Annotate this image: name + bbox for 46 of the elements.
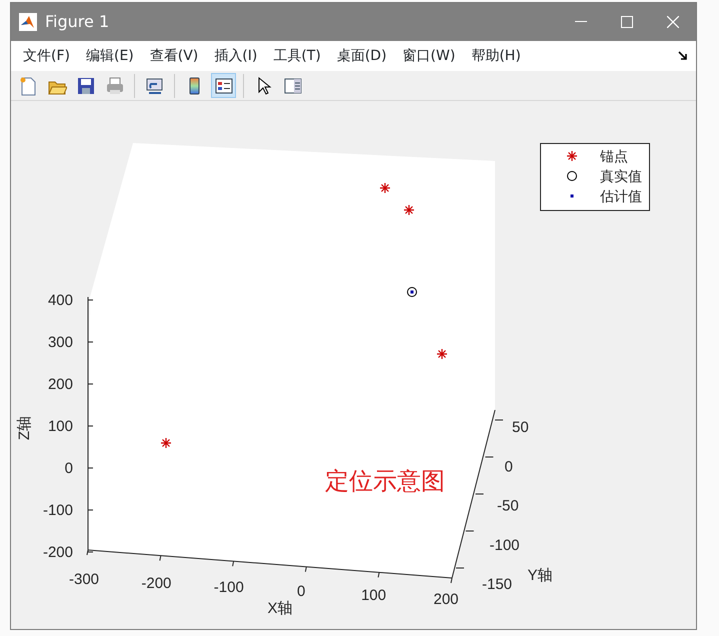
tick-label: 0 (297, 583, 306, 600)
maximize-icon[interactable] (621, 16, 633, 28)
tick-label: -200 (42, 544, 73, 561)
legend-label: 估计值 (600, 189, 642, 205)
dock-arrow-icon[interactable] (678, 51, 688, 61)
true-position-marker (407, 287, 417, 297)
tick-label: 100 (361, 587, 386, 604)
axis-label: Z轴 (16, 416, 33, 440)
menu-item[interactable]: 插入(I) (206, 41, 266, 71)
estimate-marker (410, 290, 414, 294)
menu-item[interactable]: 帮助(H) (463, 41, 529, 71)
tick-label: -200 (141, 575, 172, 592)
menu-item[interactable]: 编辑(E) (78, 41, 142, 71)
axis-label: Y轴 (528, 567, 552, 584)
tick-label: -50 (497, 498, 519, 514)
menu-item[interactable]: 查看(V) (142, 41, 206, 71)
menu-item[interactable]: 窗口(W) (394, 41, 464, 71)
anchor-marker (160, 437, 172, 449)
tick-label: 200 (48, 376, 73, 393)
tick-label: -150 (482, 576, 512, 593)
tick-label: 0 (504, 458, 513, 476)
menu-item[interactable]: 文件(F) (15, 41, 78, 71)
legend-label: 真实值 (600, 169, 642, 185)
close-icon[interactable] (667, 16, 679, 28)
tick-label: -100 (214, 579, 244, 596)
minimize-icon[interactable] (575, 21, 587, 23)
menu-item[interactable]: 桌面(D) (328, 41, 395, 71)
anchor-marker (379, 182, 391, 194)
tick-label: 50 (512, 419, 529, 436)
anchor-marker (436, 348, 448, 360)
menu-item[interactable]: 工具(T) (265, 41, 329, 71)
tick-label: 100 (48, 418, 73, 435)
tick-label: 300 (48, 334, 73, 351)
tick-label: 400 (48, 292, 73, 309)
window-title: Figure 1 (45, 11, 110, 33)
tick-label: -100 (490, 536, 520, 554)
tick-label: 200 (433, 591, 459, 608)
tick-label: -100 (42, 502, 73, 519)
axis-label: X轴 (268, 600, 292, 617)
tick-label: 0 (64, 460, 73, 477)
plot-annotation: 定位示意图 (325, 467, 445, 495)
legend-icon[interactable] (211, 73, 236, 98)
anchor-marker (403, 204, 415, 216)
legend-label: 锚点 (600, 149, 628, 165)
app-logo-icon (19, 13, 37, 31)
tick-label: -300 (68, 571, 100, 588)
